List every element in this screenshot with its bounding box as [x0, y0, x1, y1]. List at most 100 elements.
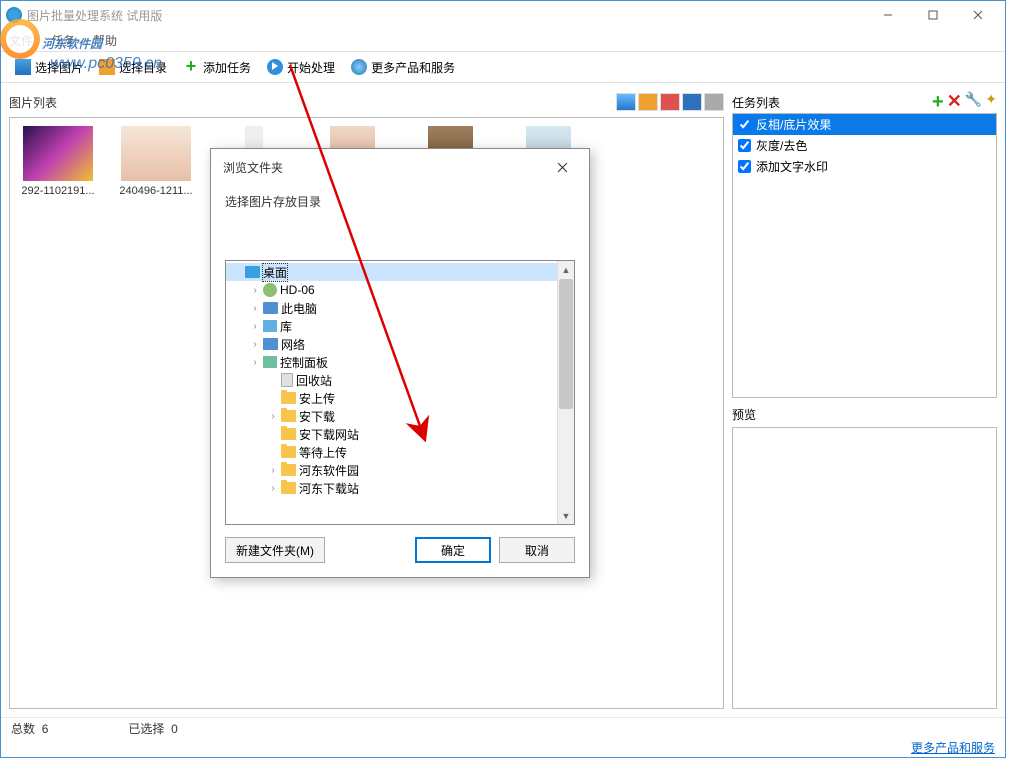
preview-box	[732, 427, 997, 709]
task-item[interactable]: 添加文字水印	[733, 156, 996, 177]
window-title: 图片批量处理系统 试用版	[27, 7, 162, 24]
expand-icon[interactable]	[268, 375, 278, 386]
more-services-button[interactable]: 更多产品和服务	[345, 54, 461, 80]
tree-node-label: 安下载	[299, 408, 335, 425]
task-list-pane: 任务列表 + ✕ 🔧 ✦ 反相/底片效果 灰度/去色 添加文字水印	[732, 91, 997, 398]
close-button[interactable]	[955, 1, 1000, 29]
expand-icon[interactable]: ›	[250, 339, 260, 350]
start-button[interactable]: 开始处理	[261, 54, 341, 80]
tree-node-label: 控制面板	[280, 354, 328, 371]
thumbnail[interactable]: 292-1102191...	[18, 126, 98, 197]
cancel-button[interactable]: 取消	[499, 537, 575, 563]
add-image-icon[interactable]	[616, 93, 636, 111]
vertical-scrollbar[interactable]: ▲ ▼	[557, 261, 574, 524]
dialog-close-button[interactable]	[547, 154, 577, 180]
tree-node-label: 网络	[281, 336, 305, 353]
task-checkbox[interactable]	[738, 139, 751, 152]
add-folder-icon[interactable]	[638, 93, 658, 111]
expand-icon[interactable]	[268, 429, 278, 440]
select-images-button[interactable]: 选择图片	[9, 54, 89, 80]
expand-icon[interactable]: ›	[250, 321, 260, 332]
tree-node[interactable]: › 河东下载站	[226, 479, 557, 497]
footer: 更多产品和服务	[1, 739, 1005, 757]
tree-node-label: 库	[280, 318, 292, 335]
menu-help[interactable]: 帮助	[93, 32, 117, 49]
image-list-toolbar	[616, 93, 724, 111]
task-checkbox[interactable]	[738, 118, 751, 131]
expand-icon[interactable]: ›	[268, 483, 278, 494]
menubar: 文件 任务 帮助	[1, 29, 1005, 51]
tree-node[interactable]: › 控制面板	[226, 353, 557, 371]
dialog-title: 浏览文件夹	[223, 159, 283, 176]
tree-node-label: HD-06	[280, 283, 315, 297]
dialog-titlebar: 浏览文件夹	[211, 149, 589, 185]
status-selected: 已选择 0	[128, 720, 177, 737]
tree-node[interactable]: › 此电脑	[226, 299, 557, 317]
scroll-up-icon[interactable]: ▲	[558, 261, 574, 278]
image-list-title: 图片列表	[9, 94, 57, 111]
tree-node-label: 安上传	[299, 390, 335, 407]
camera-icon[interactable]	[660, 93, 680, 111]
expand-icon[interactable]	[232, 267, 242, 278]
tree-node-label: 桌面	[263, 264, 287, 281]
tree-node-label: 此电脑	[281, 300, 317, 317]
expand-icon[interactable]: ›	[250, 357, 260, 368]
tree-node[interactable]: 等待上传	[226, 443, 557, 461]
statusbar: 总数 6 已选择 0	[1, 717, 1005, 739]
maximize-button[interactable]	[910, 1, 955, 29]
expand-icon[interactable]: ›	[268, 411, 278, 422]
status-total: 总数 6	[11, 720, 48, 737]
tree-node[interactable]: › 河东软件园	[226, 461, 557, 479]
expand-icon[interactable]: ›	[268, 465, 278, 476]
footer-link[interactable]: 更多产品和服务	[911, 741, 995, 755]
tree-node-label: 等待上传	[299, 444, 347, 461]
expand-icon[interactable]	[268, 447, 278, 458]
add-task-button[interactable]: +添加任务	[177, 54, 257, 80]
tree-node-label: 河东软件园	[299, 462, 359, 479]
expand-icon[interactable]	[268, 393, 278, 404]
task-item[interactable]: 反相/底片效果	[733, 114, 996, 135]
folder-icon	[99, 59, 115, 75]
titlebar: 图片批量处理系统 试用版	[1, 1, 1005, 29]
menu-task[interactable]: 任务	[51, 32, 75, 49]
tree-node[interactable]: ›库	[226, 317, 557, 335]
expand-icon[interactable]: ›	[250, 285, 260, 296]
ok-button[interactable]: 确定	[415, 537, 491, 563]
minimize-button[interactable]	[865, 1, 910, 29]
tree-node-label: 河东下载站	[299, 480, 359, 497]
add-task-icon[interactable]: +	[932, 91, 944, 114]
folder-tree[interactable]: 桌面›HD-06›此电脑›库›网络›控制面板 回收站 安上传›安下载 安下载网站…	[226, 261, 557, 524]
tree-node[interactable]: 安上传	[226, 389, 557, 407]
play-icon	[267, 59, 283, 75]
task-list-title: 任务列表	[732, 94, 780, 111]
thumbnail[interactable]: 240496-1211...	[116, 126, 196, 197]
tree-node[interactable]: › HD-06	[226, 281, 557, 299]
tree-node[interactable]: 回收站	[226, 371, 557, 389]
tree-node[interactable]: 安下载网站	[226, 425, 557, 443]
select-folder-button[interactable]: 选择目录	[93, 54, 173, 80]
tree-node[interactable]: 桌面	[226, 263, 557, 281]
clear-icon[interactable]: ✦	[985, 91, 997, 114]
globe-icon	[351, 59, 367, 75]
plus-icon: +	[183, 59, 199, 75]
menu-file[interactable]: 文件	[9, 32, 33, 49]
new-folder-button[interactable]: 新建文件夹(M)	[225, 537, 325, 563]
preview-icon[interactable]	[704, 93, 724, 111]
scroll-down-icon[interactable]: ▼	[558, 507, 574, 524]
settings-icon[interactable]: 🔧	[965, 91, 982, 114]
preview-pane: 预览	[732, 406, 997, 709]
scroll-thumb[interactable]	[559, 279, 573, 409]
remove-task-icon[interactable]: ✕	[947, 91, 962, 114]
tree-node[interactable]: › 网络	[226, 335, 557, 353]
tree-node[interactable]: › 安下载	[226, 407, 557, 425]
delete-icon[interactable]	[682, 93, 702, 111]
preview-title: 预览	[732, 408, 756, 422]
image-icon	[15, 59, 31, 75]
task-list[interactable]: 反相/底片效果 灰度/去色 添加文字水印	[732, 113, 997, 398]
folder-tree-container: 桌面›HD-06›此电脑›库›网络›控制面板 回收站 安上传›安下载 安下载网站…	[225, 260, 575, 525]
expand-icon[interactable]: ›	[250, 303, 260, 314]
right-pane: 任务列表 + ✕ 🔧 ✦ 反相/底片效果 灰度/去色 添加文字水印 预览	[732, 91, 997, 709]
task-item[interactable]: 灰度/去色	[733, 135, 996, 156]
task-checkbox[interactable]	[738, 160, 751, 173]
toolbar: 选择图片 选择目录 +添加任务 开始处理 更多产品和服务	[1, 51, 1005, 83]
